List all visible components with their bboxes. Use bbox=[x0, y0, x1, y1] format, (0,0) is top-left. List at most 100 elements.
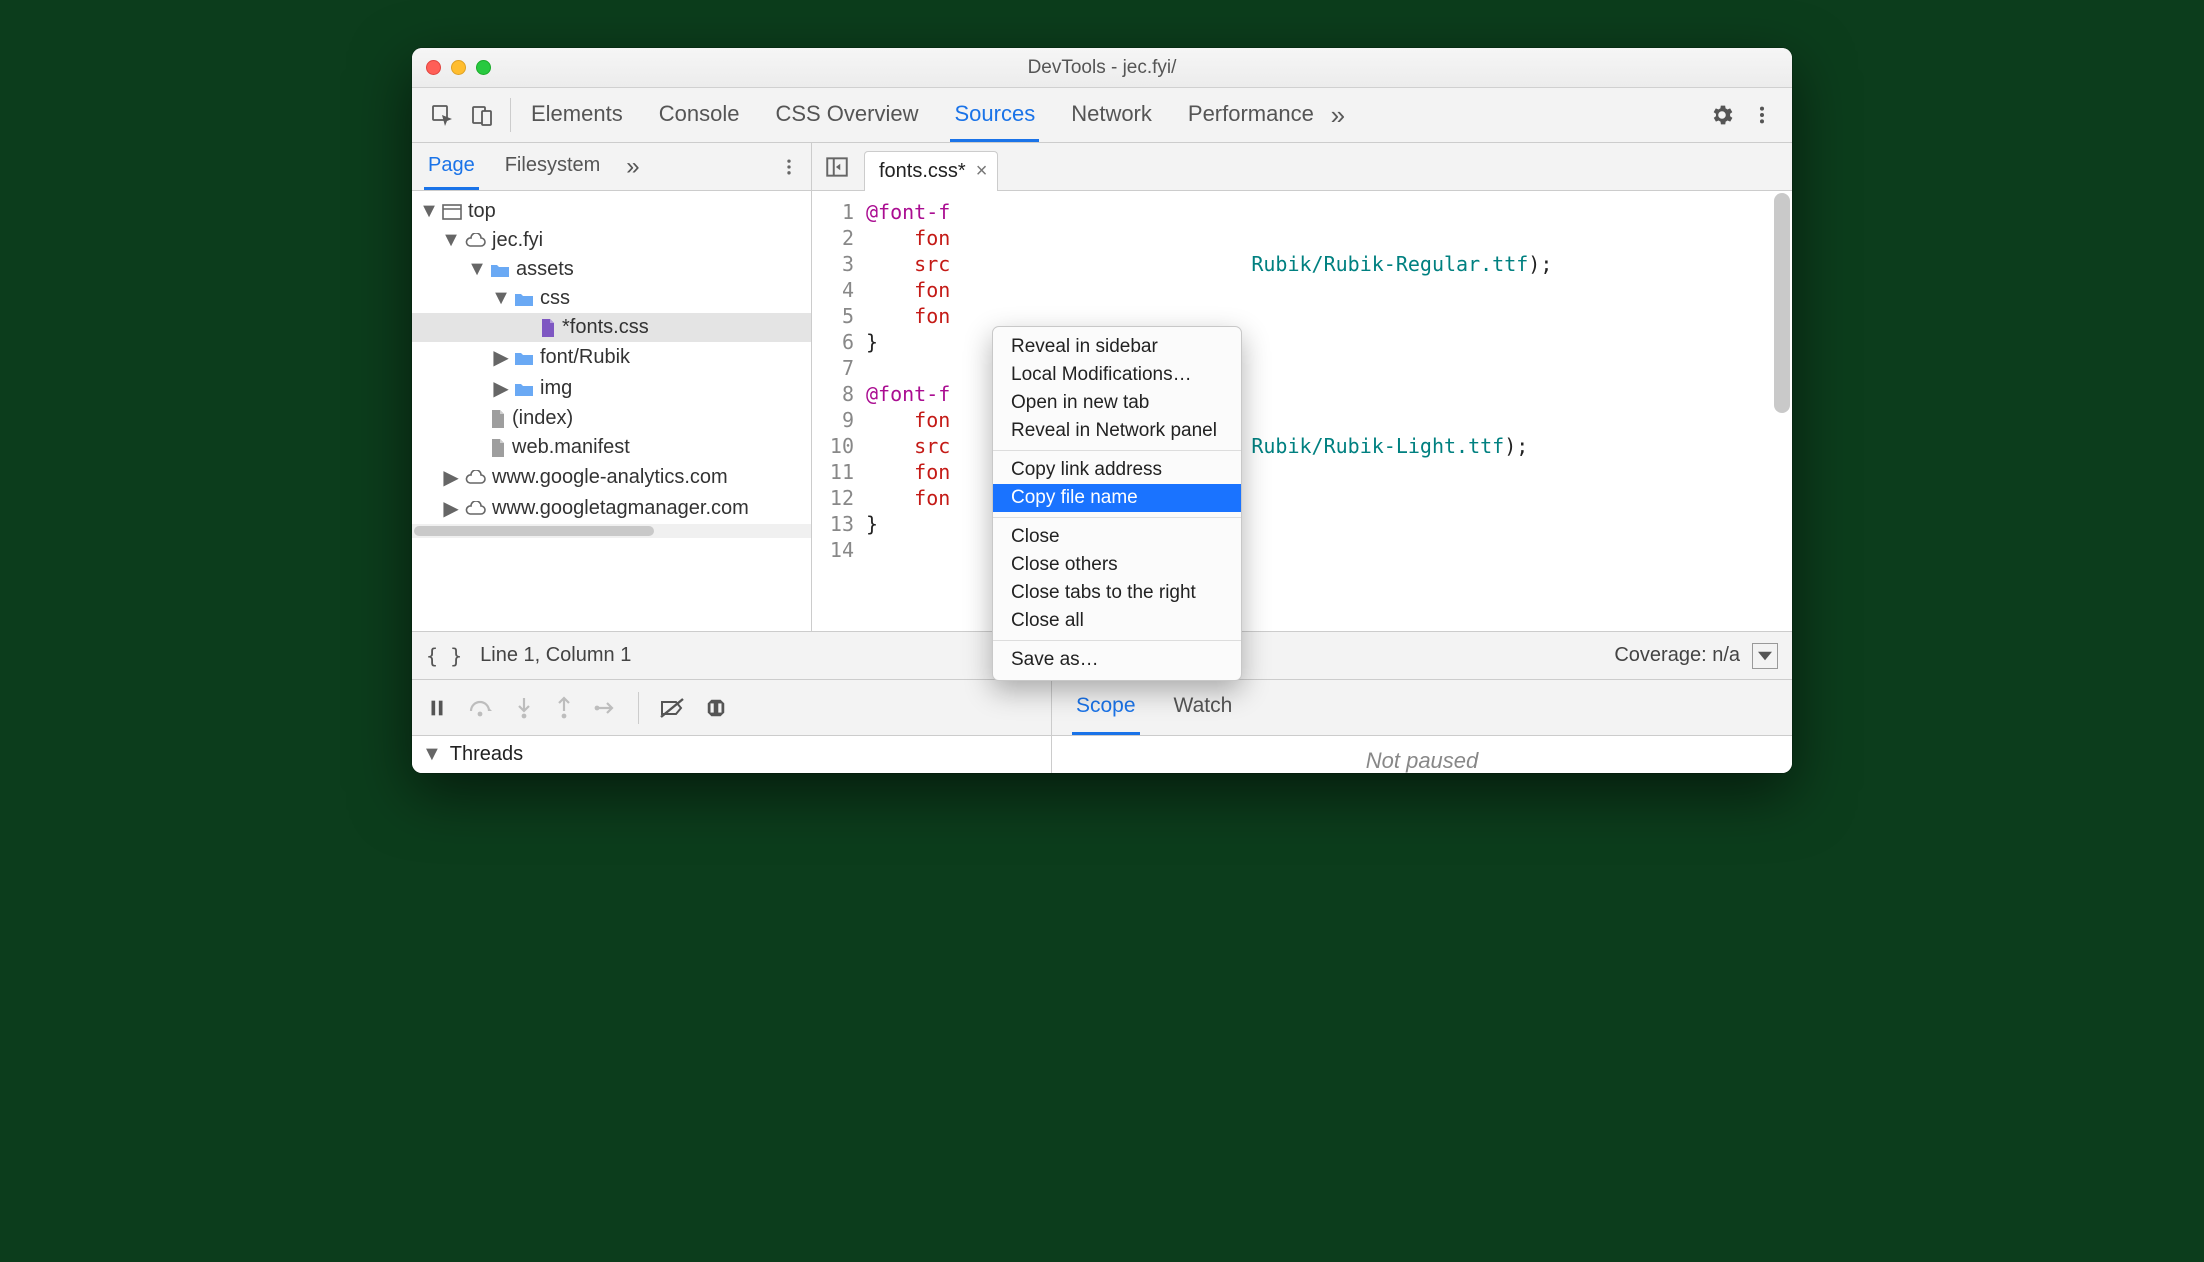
pause-icon[interactable] bbox=[426, 697, 448, 719]
tree-twisty-icon[interactable]: ▶ bbox=[444, 496, 458, 521]
step-into-icon[interactable] bbox=[514, 696, 534, 720]
file-tab-fonts-css[interactable]: fonts.css* × bbox=[864, 151, 998, 191]
folder-icon bbox=[490, 262, 510, 278]
inspect-element-icon[interactable] bbox=[422, 95, 462, 135]
panel-tab-console[interactable]: Console bbox=[655, 88, 744, 142]
pretty-print-braces-icon[interactable]: { } bbox=[426, 644, 462, 668]
context-menu-separator bbox=[993, 517, 1241, 518]
settings-gear-icon[interactable] bbox=[1702, 95, 1742, 135]
file-tab-close-icon[interactable]: × bbox=[976, 160, 988, 183]
context-menu-item[interactable]: Close all bbox=[993, 607, 1241, 635]
panel-tab-sources[interactable]: Sources bbox=[950, 88, 1039, 142]
panel-tab-css-overview[interactable]: CSS Overview bbox=[771, 88, 922, 142]
context-menu-item[interactable]: Local Modifications… bbox=[993, 361, 1241, 389]
context-menu-item[interactable]: Close bbox=[993, 523, 1241, 551]
coverage-status: Coverage: n/a bbox=[1614, 644, 1740, 667]
tree-item[interactable]: ▶www.google-analytics.com bbox=[412, 462, 811, 493]
window-title: DevTools - jec.fyi/ bbox=[412, 57, 1792, 79]
tree-item-label: top bbox=[468, 200, 496, 223]
code-editor[interactable]: 1234567891011121314 @font-f fon src Rubi… bbox=[812, 191, 1792, 631]
threads-label: Threads bbox=[450, 743, 523, 766]
navigator-more-button[interactable]: » bbox=[626, 153, 639, 181]
tree-item[interactable]: *fonts.css bbox=[412, 313, 811, 342]
tree-item-label: jec.fyi bbox=[492, 229, 543, 252]
tree-item[interactable]: ▼ top bbox=[412, 197, 811, 226]
file-icon bbox=[490, 438, 506, 458]
tree-twisty-icon[interactable]: ▼ bbox=[470, 258, 484, 281]
tree-horizontal-scrollbar[interactable] bbox=[412, 524, 811, 538]
tree-item[interactable]: ▶font/Rubik bbox=[412, 342, 811, 373]
folder-icon bbox=[514, 381, 534, 397]
context-menu-item[interactable]: Close others bbox=[993, 551, 1241, 579]
folder-icon bbox=[514, 350, 534, 366]
bottom-row: ▼ Threads Not paused bbox=[412, 735, 1792, 773]
panel-tab-network[interactable]: Network bbox=[1067, 88, 1156, 142]
navigator-tabs: Page Filesystem » bbox=[412, 143, 812, 190]
navigator-tab-page[interactable]: Page bbox=[424, 143, 479, 190]
debugger-controls bbox=[412, 680, 1052, 735]
context-menu-item[interactable]: Close tabs to the right bbox=[993, 579, 1241, 607]
tab-context-menu: Reveal in sidebarLocal Modifications…Ope… bbox=[992, 326, 1242, 681]
kebab-menu-icon[interactable] bbox=[1742, 95, 1782, 135]
tree-twisty-icon[interactable]: ▶ bbox=[494, 345, 508, 370]
more-panels-button[interactable]: » bbox=[1318, 95, 1358, 135]
panel-tabs: Elements Console CSS Overview Sources Networ… bbox=[527, 88, 1318, 142]
device-toolbar-icon[interactable] bbox=[462, 95, 502, 135]
tree-item[interactable]: ▼ css bbox=[412, 284, 811, 313]
navigator-tab-filesystem[interactable]: Filesystem bbox=[501, 143, 605, 190]
file-tree[interactable]: ▼ top ▼ jec.fyi ▼ assets ▼ css *fonts.css ▶font/R… bbox=[412, 191, 812, 631]
tree-item-label: www.googletagmanager.com bbox=[492, 497, 749, 520]
debugger-separator bbox=[638, 692, 639, 724]
context-menu-item[interactable]: Reveal in Network panel bbox=[993, 417, 1241, 445]
deactivate-breakpoints-icon[interactable] bbox=[659, 697, 685, 719]
editor-vertical-scrollbar[interactable] bbox=[1774, 193, 1790, 413]
tree-item[interactable]: ▶ www.googletagmanager.com bbox=[412, 493, 811, 524]
threads-twisty-icon: ▼ bbox=[422, 743, 442, 766]
titlebar: DevTools - jec.fyi/ bbox=[412, 48, 1792, 88]
sources-main: ▼ top ▼ jec.fyi ▼ assets ▼ css *fonts.css ▶font/R… bbox=[412, 191, 1792, 631]
tree-item-label: *fonts.css bbox=[562, 316, 649, 339]
cloud-icon bbox=[464, 233, 486, 249]
context-menu-item[interactable]: Copy file name bbox=[993, 484, 1241, 512]
step-icon[interactable] bbox=[594, 698, 618, 718]
file-icon bbox=[490, 409, 506, 429]
tree-item[interactable]: web.manifest bbox=[412, 433, 811, 462]
panel-tab-performance[interactable]: Performance bbox=[1184, 88, 1318, 142]
context-menu-item[interactable]: Save as… bbox=[993, 646, 1241, 674]
context-menu-item[interactable]: Reveal in sidebar bbox=[993, 333, 1241, 361]
threads-section-header[interactable]: ▼ Threads bbox=[412, 736, 1052, 773]
tree-item[interactable]: (index) bbox=[412, 404, 811, 433]
debugger-tab-scope[interactable]: Scope bbox=[1072, 680, 1140, 735]
folder-icon bbox=[514, 291, 534, 307]
debugger-sidebar-tabs: Scope Watch bbox=[1052, 680, 1792, 735]
tree-item-label: img bbox=[540, 377, 572, 400]
pause-on-exceptions-icon[interactable] bbox=[705, 697, 727, 719]
step-over-icon[interactable] bbox=[468, 697, 494, 719]
tree-twisty-icon[interactable]: ▼ bbox=[494, 287, 508, 310]
context-menu-separator bbox=[993, 450, 1241, 451]
tree-item-label: (index) bbox=[512, 407, 573, 430]
debugger-tab-watch[interactable]: Watch bbox=[1170, 680, 1237, 735]
tree-twisty-icon[interactable]: ▶ bbox=[444, 465, 458, 490]
cursor-position: Line 1, Column 1 bbox=[480, 644, 631, 667]
tree-twisty-icon[interactable]: ▼ bbox=[444, 229, 458, 252]
sources-subtoolbar: Page Filesystem » fonts.css* × bbox=[412, 143, 1792, 191]
tree-item[interactable]: ▶ img bbox=[412, 373, 811, 404]
panel-tab-elements[interactable]: Elements bbox=[527, 88, 627, 142]
step-out-icon[interactable] bbox=[554, 696, 574, 720]
navigator-kebab-icon[interactable] bbox=[779, 157, 799, 177]
editor-tabstrip: fonts.css* × bbox=[812, 143, 1792, 190]
tree-twisty-icon[interactable]: ▼ bbox=[422, 200, 436, 223]
file-tab-label: fonts.css* bbox=[879, 160, 966, 183]
toggle-navigator-icon[interactable] bbox=[820, 150, 854, 184]
tree-item[interactable]: ▼ assets bbox=[412, 255, 811, 284]
context-menu-separator bbox=[993, 640, 1241, 641]
cloud-icon bbox=[464, 501, 486, 517]
coverage-dropdown-icon[interactable] bbox=[1752, 643, 1778, 669]
tree-item-label: assets bbox=[516, 258, 574, 281]
tree-item-label: css bbox=[540, 287, 570, 310]
tree-twisty-icon[interactable]: ▶ bbox=[494, 376, 508, 401]
tree-item[interactable]: ▼ jec.fyi bbox=[412, 226, 811, 255]
context-menu-item[interactable]: Copy link address bbox=[993, 456, 1241, 484]
context-menu-item[interactable]: Open in new tab bbox=[993, 389, 1241, 417]
